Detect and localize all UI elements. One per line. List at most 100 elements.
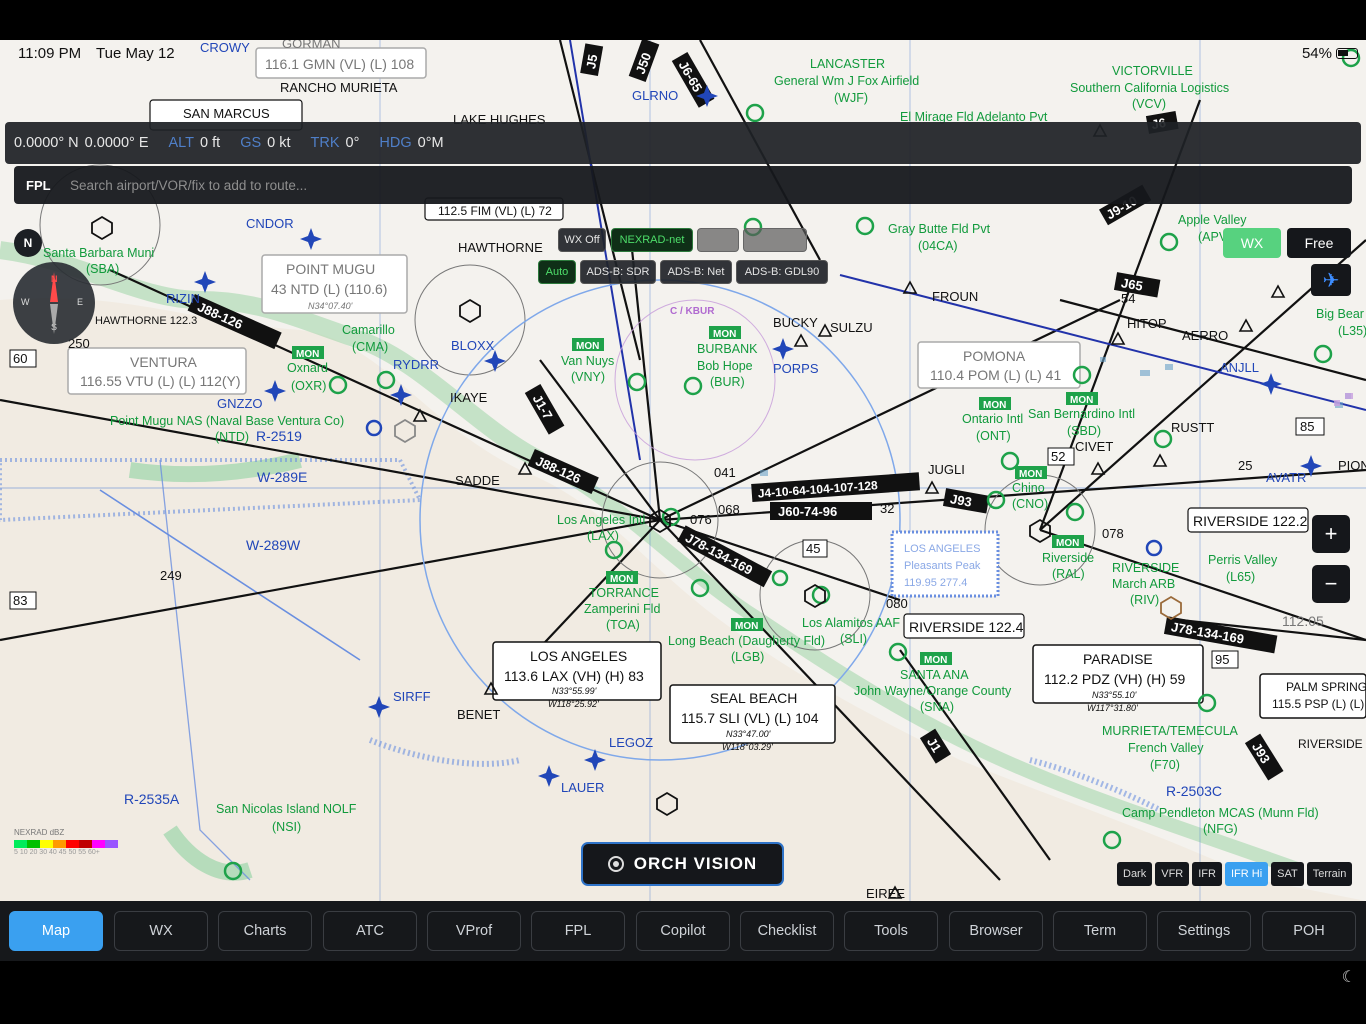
svg-text:60: 60 bbox=[13, 351, 27, 366]
svg-text:PION: PION bbox=[1338, 458, 1366, 473]
svg-text:POINT MUGU: POINT MUGU bbox=[286, 261, 375, 277]
svg-text:RIZIN: RIZIN bbox=[166, 291, 200, 306]
svg-text:MON: MON bbox=[1070, 395, 1093, 406]
battery-icon bbox=[1336, 48, 1358, 59]
svg-text:San Bernardino Intl: San Bernardino Intl bbox=[1028, 407, 1135, 421]
svg-text:MON: MON bbox=[735, 621, 758, 632]
layer-button-sat[interactable]: SAT bbox=[1271, 862, 1304, 886]
zoom-in-button[interactable]: + bbox=[1312, 515, 1350, 553]
adsb-sdr-chip[interactable]: ADS-B: SDR bbox=[580, 260, 656, 284]
svg-text:85: 85 bbox=[1300, 419, 1314, 434]
svg-text:IKAYE: IKAYE bbox=[450, 390, 488, 405]
alt-label: ALT bbox=[168, 135, 195, 151]
tab-browser[interactable]: Browser bbox=[949, 911, 1043, 951]
svg-text:MURRIETA/TEMECULA: MURRIETA/TEMECULA bbox=[1102, 724, 1239, 738]
svg-text:(BUR): (BUR) bbox=[710, 375, 745, 389]
svg-text:LAUER: LAUER bbox=[561, 780, 604, 795]
svg-text:John Wayne/Orange County: John Wayne/Orange County bbox=[854, 684, 1012, 698]
nexrad-legend-scale: 5 10 20 30 40 45 50 55 60+ bbox=[14, 849, 100, 856]
svg-text:CIVET: CIVET bbox=[1075, 439, 1113, 454]
svg-text:HAWTHORNE 122.3: HAWTHORNE 122.3 bbox=[95, 315, 197, 327]
adsb-auto-chip[interactable]: Auto bbox=[538, 260, 576, 284]
svg-text:(F70): (F70) bbox=[1150, 758, 1180, 772]
svg-text:R-2519: R-2519 bbox=[256, 428, 302, 444]
tab-map[interactable]: Map bbox=[9, 911, 103, 951]
wx-chip-hidden-2[interactable] bbox=[743, 228, 807, 252]
adsb-net-chip[interactable]: ADS-B: Net bbox=[660, 260, 732, 284]
svg-text:VENTURA: VENTURA bbox=[130, 354, 198, 370]
nexrad-color-swatch bbox=[92, 840, 105, 848]
tab-wx[interactable]: WX bbox=[114, 911, 208, 951]
orch-vision-button[interactable]: ORCH VISION bbox=[581, 842, 784, 886]
tab-charts[interactable]: Charts bbox=[218, 911, 312, 951]
svg-text:SEAL BEACH: SEAL BEACH bbox=[710, 690, 797, 706]
layer-button-vfr[interactable]: VFR bbox=[1155, 862, 1190, 886]
svg-text:GNZZO: GNZZO bbox=[217, 396, 263, 411]
svg-text:HITOP: HITOP bbox=[1127, 316, 1167, 331]
svg-text:PARADISE: PARADISE bbox=[1083, 651, 1153, 667]
ownship-center-button[interactable]: ✈ bbox=[1311, 264, 1351, 296]
svg-text:(04CA): (04CA) bbox=[918, 239, 958, 253]
layer-button-ifr[interactable]: IFR bbox=[1192, 862, 1222, 886]
svg-text:(SLI): (SLI) bbox=[840, 632, 867, 646]
svg-text:(L65): (L65) bbox=[1226, 570, 1255, 584]
latitude-value: 0.0000° N bbox=[14, 135, 79, 151]
compass-rose[interactable]: N E S W bbox=[13, 262, 95, 344]
svg-text:AVATR: AVATR bbox=[1266, 470, 1306, 485]
bottom-tab-bar: Map WX Charts ATC VProf FPL Copilot Checklist To… bbox=[0, 901, 1366, 961]
svg-text:ANJLL: ANJLL bbox=[1220, 360, 1259, 375]
nexrad-color-swatch bbox=[14, 840, 27, 848]
svg-text:LOS ANGELES: LOS ANGELES bbox=[904, 543, 980, 555]
trk-label: TRK bbox=[310, 135, 340, 151]
layer-button-ifr-hi[interactable]: IFR Hi bbox=[1224, 862, 1269, 886]
svg-text:JUGLI: JUGLI bbox=[928, 462, 965, 477]
wx-chip-hidden-1[interactable] bbox=[697, 228, 739, 252]
alt-value: 0 ft bbox=[200, 135, 221, 151]
layer-button-dark[interactable]: Dark bbox=[1117, 862, 1153, 886]
svg-text:SAN MARCUS: SAN MARCUS bbox=[183, 106, 270, 121]
status-date: Tue May 12 bbox=[96, 45, 175, 62]
svg-text:W118°03.29': W118°03.29' bbox=[722, 742, 773, 752]
tab-vprof[interactable]: VProf bbox=[427, 911, 521, 951]
svg-text:March ARB: March ARB bbox=[1112, 577, 1175, 591]
north-up-button[interactable]: N bbox=[14, 229, 42, 257]
svg-text:Riverside: Riverside bbox=[1042, 551, 1094, 565]
wx-toggle-button[interactable]: WX bbox=[1223, 228, 1281, 258]
wx-off-chip[interactable]: WX Off bbox=[558, 228, 606, 252]
nexrad-net-chip[interactable]: NEXRAD-net bbox=[611, 228, 693, 252]
moon-icon: ☾ bbox=[1341, 969, 1356, 986]
svg-text:(ONT): (ONT) bbox=[976, 429, 1011, 443]
svg-text:(VNY): (VNY) bbox=[571, 370, 605, 384]
longitude-value: 0.0000° E bbox=[84, 135, 149, 151]
compass-needle-icon bbox=[50, 272, 58, 334]
svg-text:MON: MON bbox=[576, 341, 599, 352]
tab-checklist[interactable]: Checklist bbox=[740, 911, 834, 951]
layer-button-terrain[interactable]: Terrain bbox=[1306, 862, 1353, 886]
tab-settings[interactable]: Settings bbox=[1157, 911, 1251, 951]
svg-text:TORRANCE: TORRANCE bbox=[589, 586, 659, 600]
tab-fpl[interactable]: FPL bbox=[531, 911, 625, 951]
zoom-out-button[interactable]: − bbox=[1312, 565, 1350, 603]
tab-tools[interactable]: Tools bbox=[844, 911, 938, 951]
route-search-input[interactable] bbox=[70, 177, 1270, 193]
svg-text:(L35): (L35) bbox=[1338, 324, 1366, 338]
adsb-gdl90-chip[interactable]: ADS-B: GDL90 bbox=[736, 260, 828, 284]
svg-text:PALM SPRINGS: PALM SPRINGS bbox=[1286, 680, 1366, 694]
free-mode-button[interactable]: Free bbox=[1287, 228, 1351, 258]
tab-atc[interactable]: ATC bbox=[323, 911, 417, 951]
svg-text:BURBANK: BURBANK bbox=[697, 342, 758, 356]
svg-text:MON: MON bbox=[1056, 538, 1079, 549]
nexrad-legend-title: NEXRAD dBZ bbox=[14, 828, 65, 837]
tab-copilot[interactable]: Copilot bbox=[636, 911, 730, 951]
svg-text:(VCV): (VCV) bbox=[1132, 97, 1166, 111]
svg-text:Big Bear: Big Bear bbox=[1316, 307, 1364, 321]
svg-text:W117°31.80': W117°31.80' bbox=[1087, 703, 1138, 713]
svg-text:(CMA): (CMA) bbox=[352, 340, 388, 354]
svg-text:R-2503C: R-2503C bbox=[1166, 783, 1222, 799]
tab-poh[interactable]: POH bbox=[1262, 911, 1356, 951]
airplane-icon: ✈ bbox=[1322, 269, 1340, 292]
svg-text:(WJF): (WJF) bbox=[834, 91, 868, 105]
tab-term[interactable]: Term bbox=[1053, 911, 1147, 951]
svg-text:SANTA ANA: SANTA ANA bbox=[900, 668, 969, 682]
svg-text:116.55 VTU (L) (L) 112(Y): 116.55 VTU (L) (L) 112(Y) bbox=[80, 373, 241, 389]
